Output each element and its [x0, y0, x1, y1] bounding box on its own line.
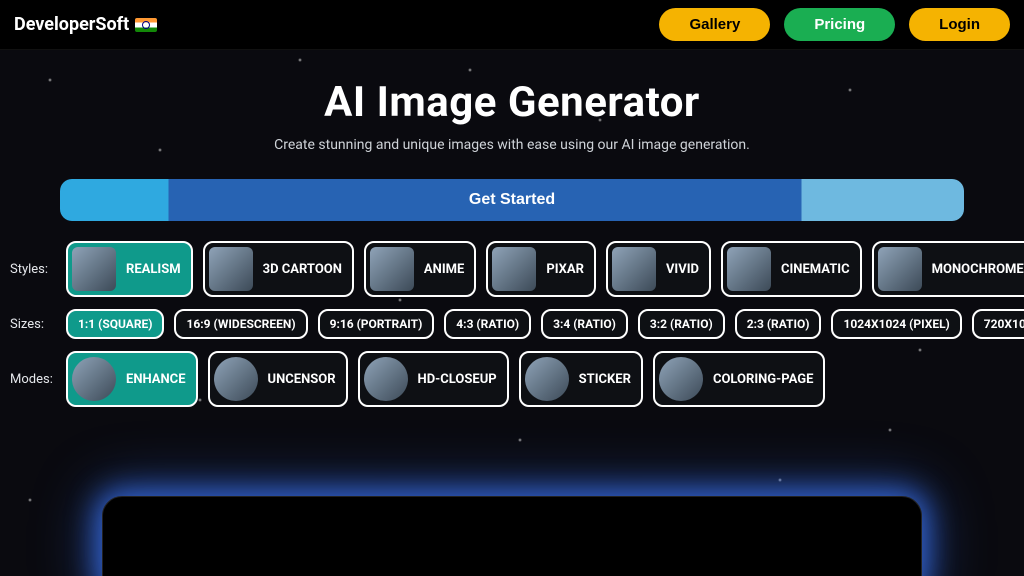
brand-name: DeveloperSoft	[14, 14, 129, 35]
hero: AI Image Generator Create stunning and u…	[0, 50, 1024, 161]
size-pill-720x1024-pixel[interactable]: 720X1024 (PIXEL))	[972, 309, 1024, 339]
modes-row: Modes: ENHANCE UNCENSOR HD-CLOSEUP STICKER C…	[10, 351, 1024, 407]
styles-scroll[interactable]: REALISM 3D CARTOON ANIME PIXAR VIVID CINEMATI…	[66, 241, 1024, 297]
cta-wrap: Get Started	[0, 161, 1024, 221]
size-pill-1-1-square[interactable]: 1:1 (SQUARE)	[66, 309, 164, 339]
mode-chip-label: STICKER	[579, 372, 631, 387]
style-chip-pixar[interactable]: PIXAR	[486, 241, 596, 297]
style-chip-vivid[interactable]: VIVID	[606, 241, 711, 297]
style-thumb-icon	[878, 247, 922, 291]
style-thumb-icon	[492, 247, 536, 291]
style-chip-label: ANIME	[424, 262, 464, 277]
sizes-row: Sizes: 1:1 (SQUARE) 16:9 (WIDESCREEN) 9:16…	[10, 309, 1024, 339]
page-subtitle: Create stunning and unique images with e…	[0, 137, 1024, 153]
style-chip-label: PIXAR	[546, 262, 584, 277]
prompt-input[interactable]	[102, 496, 922, 576]
brand[interactable]: DeveloperSoft	[14, 14, 157, 35]
sizes-label: Sizes:	[10, 317, 56, 332]
page-title: AI Image Generator	[0, 78, 1024, 127]
mode-thumb-icon	[525, 357, 569, 401]
style-chip-label: MONOCHROME	[932, 262, 1024, 277]
get-started-button[interactable]: Get Started	[60, 179, 964, 221]
header: DeveloperSoft Gallery Pricing Login	[0, 0, 1024, 50]
mode-chip-hd-closeup[interactable]: HD-CLOSEUP	[358, 351, 509, 407]
size-pill-1024x1024-pixel[interactable]: 1024X1024 (PIXEL)	[831, 309, 961, 339]
style-chip-label: CINEMATIC	[781, 262, 850, 277]
styles-row: Styles: REALISM 3D CARTOON ANIME PIXAR VIVID…	[10, 241, 1024, 297]
mode-chip-label: ENHANCE	[126, 372, 186, 387]
style-thumb-icon	[612, 247, 656, 291]
mode-chip-label: UNCENSOR	[268, 372, 336, 387]
mode-chip-uncensor[interactable]: UNCENSOR	[208, 351, 348, 407]
size-pill-16-9-widescreen[interactable]: 16:9 (WIDESCREEN)	[174, 309, 307, 339]
style-thumb-icon	[209, 247, 253, 291]
size-pill-3-2-ratio[interactable]: 3:2 (RATIO)	[638, 309, 725, 339]
size-pill-3-4-ratio[interactable]: 3:4 (RATIO)	[541, 309, 628, 339]
style-chip-monochrome[interactable]: MONOCHROME	[872, 241, 1024, 297]
mode-thumb-icon	[214, 357, 258, 401]
pickers: Styles: REALISM 3D CARTOON ANIME PIXAR VIVID…	[0, 221, 1024, 407]
india-flag-icon	[135, 18, 157, 32]
style-thumb-icon	[72, 247, 116, 291]
mode-chip-coloring-page[interactable]: COLORING-PAGE	[653, 351, 825, 407]
nav: Gallery Pricing Login	[659, 8, 1010, 41]
style-thumb-icon	[370, 247, 414, 291]
mode-thumb-icon	[72, 357, 116, 401]
mode-chip-sticker[interactable]: STICKER	[519, 351, 643, 407]
mode-chip-enhance[interactable]: ENHANCE	[66, 351, 198, 407]
nav-pricing-button[interactable]: Pricing	[784, 8, 895, 41]
style-thumb-icon	[727, 247, 771, 291]
modes-label: Modes:	[10, 372, 56, 387]
style-chip-label: VIVID	[666, 262, 699, 277]
mode-chip-label: HD-CLOSEUP	[418, 372, 497, 387]
modes-scroll[interactable]: ENHANCE UNCENSOR HD-CLOSEUP STICKER COLORING…	[66, 351, 1024, 407]
nav-gallery-button[interactable]: Gallery	[659, 8, 770, 41]
style-chip-label: REALISM	[126, 262, 181, 277]
style-chip-realism[interactable]: REALISM	[66, 241, 193, 297]
style-chip-cinematic[interactable]: CINEMATIC	[721, 241, 862, 297]
size-pill-4-3-ratio[interactable]: 4:3 (RATIO)	[444, 309, 531, 339]
sizes-scroll[interactable]: 1:1 (SQUARE) 16:9 (WIDESCREEN) 9:16 (PORTR…	[66, 309, 1024, 339]
mode-thumb-icon	[659, 357, 703, 401]
mode-chip-label: COLORING-PAGE	[713, 372, 813, 387]
style-chip-3d-cartoon[interactable]: 3D CARTOON	[203, 241, 354, 297]
size-pill-2-3-ratio[interactable]: 2:3 (RATIO)	[735, 309, 822, 339]
styles-label: Styles:	[10, 262, 56, 277]
prompt-area	[0, 496, 1024, 576]
size-pill-9-16-portrait[interactable]: 9:16 (PORTRAIT)	[318, 309, 435, 339]
mode-thumb-icon	[364, 357, 408, 401]
nav-login-button[interactable]: Login	[909, 8, 1010, 41]
style-chip-label: 3D CARTOON	[263, 262, 342, 277]
style-chip-anime[interactable]: ANIME	[364, 241, 476, 297]
